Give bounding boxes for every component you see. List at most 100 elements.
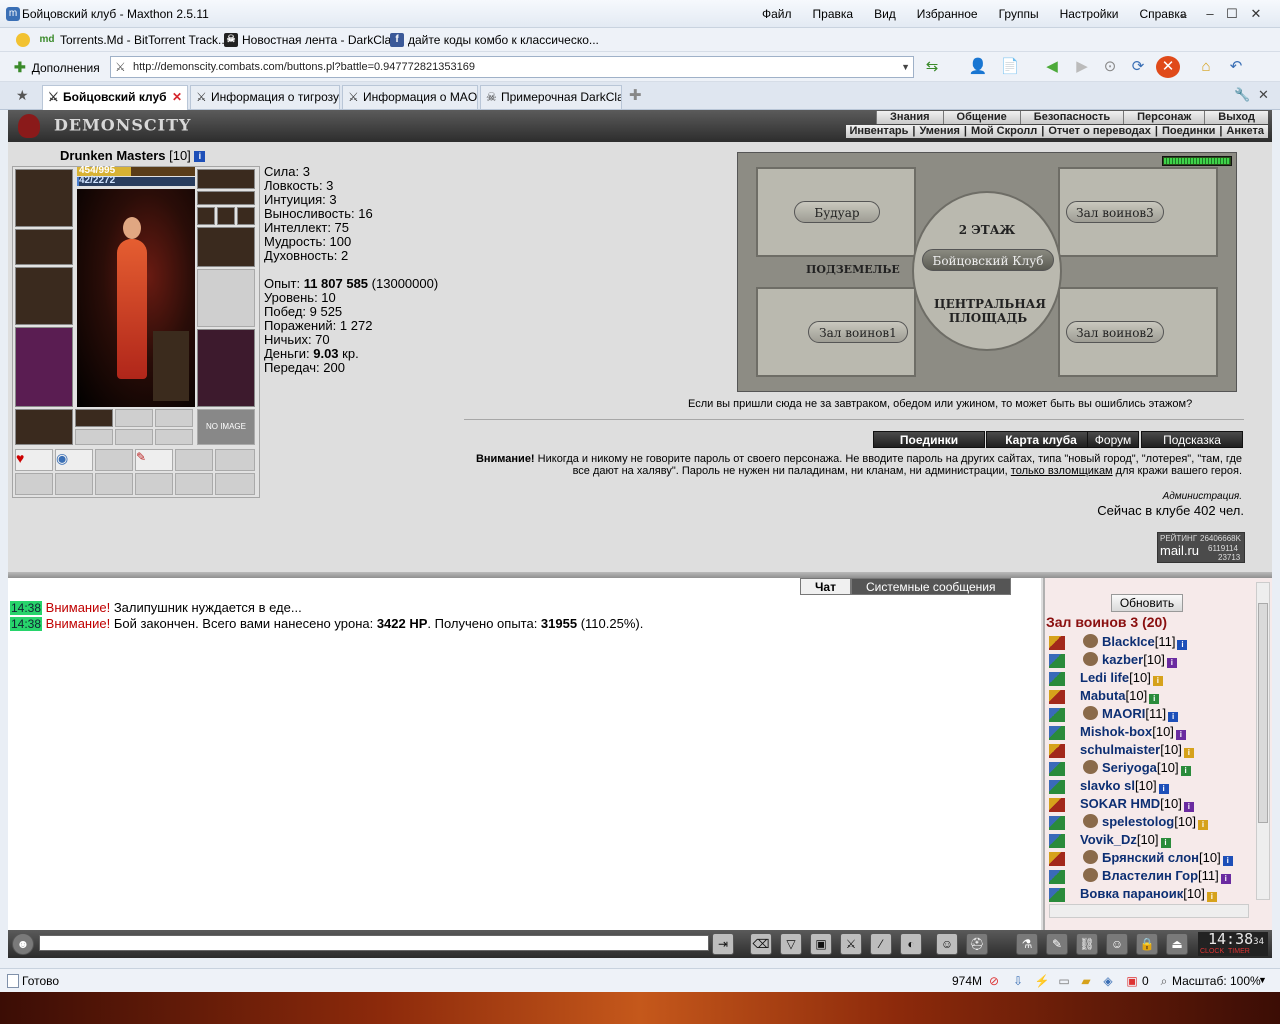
user-row[interactable]: schulmaister[10] i: [1045, 742, 1255, 760]
empty-rune-slot[interactable]: [75, 429, 113, 445]
info-icon[interactable]: i: [1166, 658, 1177, 668]
user-name[interactable]: Mishok-box[10] i: [1080, 724, 1186, 740]
nav-communication[interactable]: Общение: [942, 111, 1020, 124]
user-name[interactable]: Mabuta[10] i: [1080, 688, 1160, 704]
chevron-down-icon[interactable]: ⌄: [1174, 5, 1194, 23]
user-name[interactable]: Брянский слон[10] i: [1083, 850, 1233, 866]
nav-my-scroll[interactable]: Мой Скролл: [967, 125, 1041, 138]
url-input[interactable]: ⚔ http://demonscity.combats.com/buttons.…: [110, 56, 914, 78]
tab-info-maori[interactable]: ⚔ Информация о MAORI: [342, 85, 478, 109]
alignment-icon[interactable]: [1083, 634, 1098, 648]
user-row[interactable]: slavko sl[10] i: [1045, 778, 1255, 796]
popup-icon[interactable]: ▣: [1124, 973, 1140, 989]
empty-item-slot[interactable]: [15, 473, 53, 495]
close-all-icon[interactable]: ✕: [1258, 87, 1269, 103]
favorites-heart-icon[interactable]: [16, 31, 34, 49]
scroll-slot[interactable]: [75, 409, 113, 427]
close-tab-icon[interactable]: ✕: [172, 86, 182, 108]
user-name[interactable]: Властелин Гор[11] i: [1083, 868, 1231, 884]
block-icon[interactable]: ⊘: [986, 973, 1002, 989]
go-icon[interactable]: ⇆: [920, 56, 944, 78]
ring3-slot[interactable]: [237, 207, 255, 225]
layers-icon[interactable]: ◈: [1100, 973, 1116, 989]
user-name[interactable]: spelestolog[10] i: [1083, 814, 1208, 830]
alignment-icon[interactable]: [1083, 760, 1098, 774]
refresh-button[interactable]: Обновить: [1111, 594, 1183, 612]
horizontal-scrollbar[interactable]: [1049, 904, 1249, 918]
user-row[interactable]: MAORI[11] i: [1045, 706, 1255, 724]
private-message-icon[interactable]: [1049, 762, 1065, 776]
private-message-icon[interactable]: [1049, 834, 1065, 848]
private-message-icon[interactable]: [1049, 636, 1065, 650]
potion-icon[interactable]: ⚗: [1016, 933, 1038, 955]
send-icon[interactable]: ⇥: [712, 933, 734, 955]
close-window-button[interactable]: ✕: [1246, 5, 1266, 23]
hackers-link[interactable]: только взломщикам: [1011, 465, 1113, 477]
warriors-hall-2-plate[interactable]: Зал воинов2: [1066, 321, 1164, 343]
menu-settings[interactable]: Настройки: [1060, 7, 1119, 21]
user-name[interactable]: MAORI[11] i: [1083, 706, 1179, 722]
folder-icon[interactable]: ▰: [1078, 973, 1094, 989]
club-map-button[interactable]: Карта клуба: [986, 431, 1096, 448]
private-message-icon[interactable]: [1049, 780, 1065, 794]
info-icon[interactable]: i: [1180, 766, 1191, 776]
forum-button[interactable]: Форум: [1087, 431, 1139, 448]
menu-favorites[interactable]: Избранное: [917, 7, 978, 21]
wrench-icon[interactable]: 🔧: [1234, 87, 1250, 103]
private-message-icon[interactable]: [1049, 852, 1065, 866]
mail-ru-rating-counter[interactable]: РЕЙТИНГ 26406668K mail.ru 6119114 23713: [1157, 532, 1245, 563]
user-name[interactable]: Vovik_Dz[10] i: [1080, 832, 1171, 848]
central-square-label[interactable]: ЦЕНТРАЛЬНАЯ ПЛОЩАДЬ: [934, 297, 1046, 325]
user-name[interactable]: schulmaister[10] i: [1080, 742, 1194, 758]
info-icon[interactable]: i: [1149, 694, 1160, 704]
empty-item-slot[interactable]: [175, 473, 213, 495]
nav-security[interactable]: Безопасность: [1019, 111, 1124, 124]
private-message-icon[interactable]: [1049, 744, 1065, 758]
orb-item-slot[interactable]: ◉: [55, 449, 93, 471]
alignment-icon[interactable]: [1083, 652, 1098, 666]
user-row[interactable]: spelestolog[10] i: [1045, 814, 1255, 832]
fighter-icon[interactable]: ⚔: [840, 933, 862, 955]
tab-system-messages[interactable]: Системные сообщения: [850, 578, 1011, 595]
lightning-icon[interactable]: ⚡: [1034, 973, 1050, 989]
empty-rune-slot[interactable]: [115, 409, 153, 427]
empty-item-slot[interactable]: [135, 473, 173, 495]
nav-profile[interactable]: Анкета: [1222, 125, 1268, 138]
new-page-icon[interactable]: 📄: [998, 56, 1022, 78]
addons-button[interactable]: ✚ Дополнения: [14, 59, 100, 76]
user-row[interactable]: SOKAR HMD[10] i: [1045, 796, 1255, 814]
new-tab-icon[interactable]: ✚: [629, 86, 642, 104]
save-icon[interactable]: ▣: [810, 933, 832, 955]
private-message-icon[interactable]: [1049, 708, 1065, 722]
forward-icon[interactable]: ▶: [1070, 56, 1094, 78]
tab-chat[interactable]: Чат: [800, 578, 851, 595]
fight-club-plate[interactable]: Бойцовский Клуб: [922, 249, 1054, 271]
alignment-icon[interactable]: [1083, 850, 1098, 864]
necklace-slot[interactable]: [197, 191, 255, 205]
empty-rune-slot[interactable]: [155, 429, 193, 445]
home-icon[interactable]: ⌂: [1194, 56, 1218, 78]
weapon-slot[interactable]: [15, 267, 73, 325]
favorite-combo-codes[interactable]: f дайте коды комбо к классическо...: [390, 31, 599, 49]
info-icon[interactable]: i: [1183, 748, 1194, 758]
scroll-icon[interactable]: ✎: [1046, 933, 1068, 955]
favorite-darkclan-news[interactable]: ☠ Новостная лента - DarkClan: [224, 31, 398, 49]
scroll-item-slot[interactable]: ✎: [135, 449, 173, 471]
history-dropdown-icon[interactable]: ⊙: [1098, 56, 1122, 78]
private-message-icon[interactable]: [1049, 870, 1065, 884]
empty-item-slot[interactable]: [95, 449, 133, 471]
url-dropdown-icon[interactable]: ▼: [901, 57, 910, 77]
shield-slot[interactable]: [197, 269, 255, 327]
private-message-icon[interactable]: [1049, 798, 1065, 812]
window-icon[interactable]: ▭: [1056, 973, 1072, 989]
info-icon[interactable]: i: [1177, 640, 1188, 650]
exit-icon[interactable]: ⏏: [1166, 933, 1188, 955]
empty-item-slot[interactable]: [215, 473, 255, 495]
back-icon[interactable]: ◀: [1040, 56, 1064, 78]
info-icon[interactable]: i: [1206, 892, 1217, 902]
user-row[interactable]: Ledi life[10] i: [1045, 670, 1255, 688]
user-name[interactable]: SOKAR HMD[10] i: [1080, 796, 1194, 812]
ring2-slot[interactable]: [217, 207, 235, 225]
smiles-icon[interactable]: ☺: [936, 933, 958, 955]
private-message-icon[interactable]: [1049, 888, 1065, 902]
